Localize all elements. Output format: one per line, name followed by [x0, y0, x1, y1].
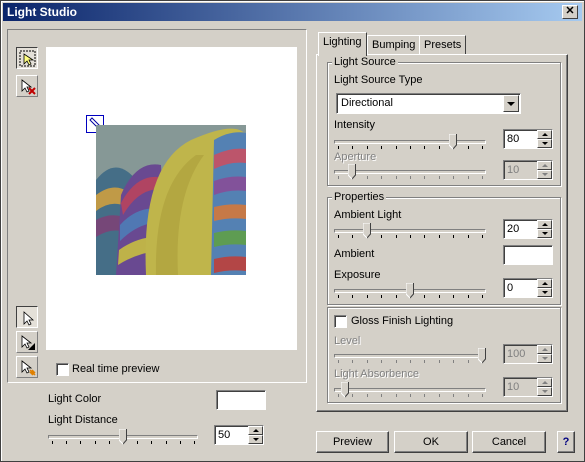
- realtime-preview-label: Real time preview: [72, 363, 160, 375]
- slider-tick: [66, 441, 68, 444]
- light-distance-label: Light Distance: [48, 414, 118, 426]
- spin-down-icon[interactable]: [248, 435, 263, 444]
- light-distance-value: 50: [218, 429, 231, 441]
- slider-tick: [151, 441, 153, 444]
- light-studio-window: Light Studio ✕ Real time preview Light C…: [0, 0, 585, 462]
- close-button[interactable]: ✕: [562, 5, 578, 19]
- delete-light-button[interactable]: [16, 75, 38, 97]
- cancel-button[interactable]: Cancel: [472, 431, 546, 453]
- light-color-swatch[interactable]: [216, 390, 266, 410]
- preview-button-label: Preview: [332, 436, 373, 448]
- slider-tick: [80, 441, 82, 444]
- tab-lighting[interactable]: Lighting: [318, 32, 367, 56]
- tab-panel: [316, 54, 568, 412]
- preview-canvas[interactable]: [46, 47, 297, 350]
- preview-button[interactable]: Preview: [316, 431, 389, 453]
- tab-presets-label: Presets: [424, 39, 462, 51]
- realtime-preview-checkbox[interactable]: [56, 363, 69, 376]
- spot-light-tool-button[interactable]: [16, 331, 38, 353]
- tab-bumping-label: Bumping: [372, 39, 416, 51]
- select-light-button[interactable]: [16, 47, 38, 69]
- slider-tick: [194, 441, 195, 444]
- slider-tick: [137, 441, 139, 444]
- spot-light-tool-icon: [21, 335, 35, 350]
- tab-presets[interactable]: Presets: [419, 35, 467, 55]
- ok-button[interactable]: OK: [394, 431, 468, 453]
- title-bar[interactable]: Light Studio ✕: [3, 3, 582, 21]
- slider-tick: [179, 441, 181, 444]
- slider-tick: [52, 441, 53, 444]
- directional-light-tool-button[interactable]: [16, 306, 38, 328]
- cancel-button-label: Cancel: [491, 436, 527, 448]
- close-icon: ✕: [565, 5, 575, 17]
- directional-light-tool-icon: [23, 311, 35, 326]
- slider-thumb[interactable]: [119, 429, 127, 445]
- delete-light-icon: [21, 79, 36, 95]
- window-title: Light Studio: [7, 5, 77, 19]
- help-icon: ?: [562, 436, 570, 448]
- tab-lighting-label: Lighting: [323, 36, 362, 48]
- omni-light-tool-icon: [21, 360, 36, 376]
- preview-image: [96, 125, 246, 275]
- tab-bumping[interactable]: Bumping: [367, 35, 421, 55]
- slider-tick: [165, 441, 167, 444]
- light-distance-slider[interactable]: [48, 429, 198, 447]
- balloons-image: [96, 125, 246, 275]
- spin-up-icon[interactable]: [248, 426, 263, 435]
- light-distance-spinner[interactable]: 50: [214, 425, 264, 445]
- slider-tick: [108, 441, 110, 444]
- light-color-label: Light Color: [48, 393, 102, 405]
- select-light-icon: [19, 50, 36, 67]
- ok-button-label: OK: [423, 436, 439, 448]
- omni-light-tool-button[interactable]: [16, 356, 38, 378]
- help-button[interactable]: ?: [557, 431, 575, 453]
- slider-tick: [94, 441, 96, 444]
